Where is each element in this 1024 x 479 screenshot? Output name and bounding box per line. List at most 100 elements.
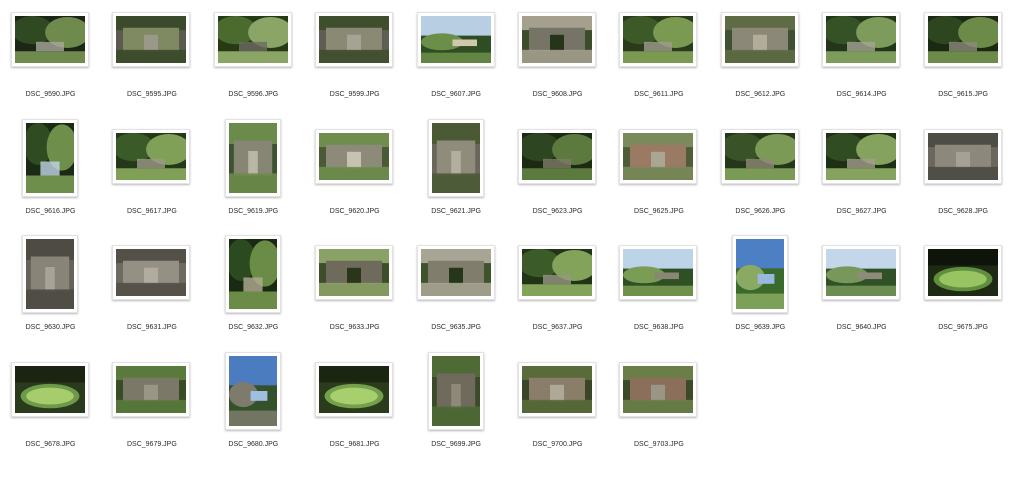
file-item[interactable]: DSC_9627.JPG — [811, 119, 912, 235]
file-item[interactable]: DSC_9614.JPG — [811, 2, 912, 118]
file-thumbnail[interactable] — [112, 245, 191, 300]
file-item[interactable]: DSC_9595.JPG — [101, 2, 202, 118]
file-item[interactable]: DSC_9619.JPG — [203, 118, 304, 235]
file-thumbnail[interactable] — [923, 12, 1002, 67]
photo-preview — [228, 122, 277, 193]
file-item[interactable]: DSC_9608.JPG — [507, 2, 608, 118]
file-thumbnail[interactable] — [224, 351, 281, 430]
photo-image — [826, 132, 897, 180]
file-thumbnail[interactable] — [518, 128, 596, 184]
photo-preview — [228, 355, 277, 426]
file-thumbnail[interactable] — [619, 361, 698, 417]
file-item[interactable]: DSC_9628.JPG — [913, 119, 1014, 235]
photo-preview — [522, 249, 592, 296]
file-item[interactable]: DSC_9607.JPG — [406, 2, 507, 118]
file-item[interactable]: DSC_9632.JPG — [203, 235, 304, 351]
file-name-label: DSC_9681.JPG — [329, 440, 380, 448]
file-name-label: DSC_9595.JPG — [126, 91, 177, 98]
file-thumbnail[interactable] — [224, 235, 281, 313]
file-name-label: DSC_9679.JPG — [126, 440, 177, 448]
file-thumbnail[interactable] — [416, 245, 495, 300]
file-item[interactable]: DSC_9638.JPG — [608, 235, 709, 351]
file-thumbnail[interactable] — [923, 245, 1002, 300]
file-thumbnail[interactable] — [822, 12, 901, 67]
file-name-label: DSC_9620.JPG — [329, 207, 380, 215]
file-item[interactable]: DSC_9612.JPG — [710, 2, 811, 118]
file-thumbnail[interactable] — [518, 245, 596, 300]
file-item[interactable]: DSC_9590.JPG — [0, 2, 101, 118]
file-item[interactable]: DSC_9626.JPG — [710, 119, 811, 235]
file-thumbnail[interactable] — [731, 235, 788, 313]
file-item[interactable]: DSC_9700.JPG — [507, 352, 608, 468]
file-thumbnail[interactable] — [112, 128, 191, 184]
file-thumbnail[interactable] — [22, 235, 78, 313]
file-item[interactable]: DSC_9631.JPG — [101, 235, 202, 351]
file-item[interactable]: DSC_9625.JPG — [608, 119, 709, 235]
file-item[interactable]: DSC_9599.JPG — [304, 2, 405, 118]
photo-preview — [826, 132, 897, 180]
file-thumbnail[interactable] — [619, 128, 698, 184]
file-thumbnail[interactable] — [822, 245, 901, 300]
file-thumbnail[interactable] — [427, 118, 484, 197]
file-thumbnail[interactable] — [518, 12, 596, 67]
photo-preview — [116, 132, 187, 180]
photo-preview — [927, 16, 998, 63]
file-name-label: DSC_9640.JPG — [836, 324, 887, 331]
file-thumbnail[interactable] — [112, 12, 191, 67]
file-thumbnail[interactable] — [315, 12, 394, 67]
photo-preview — [431, 355, 480, 426]
file-name-label: DSC_9626.JPG — [735, 207, 786, 215]
file-thumbnail[interactable] — [923, 128, 1002, 184]
file-thumbnail[interactable] — [720, 12, 799, 67]
file-thumbnail[interactable] — [315, 245, 394, 300]
photo-preview — [522, 132, 592, 180]
photo-image — [15, 16, 85, 63]
file-thumbnail[interactable] — [427, 351, 484, 430]
photo-preview — [927, 132, 998, 180]
file-thumbnail[interactable] — [213, 12, 292, 67]
file-thumbnail[interactable] — [22, 118, 78, 197]
file-name-label: DSC_9675.JPG — [938, 324, 988, 331]
photo-image — [319, 249, 390, 296]
file-item[interactable]: DSC_9681.JPG — [304, 352, 405, 468]
file-item[interactable]: DSC_9679.JPG — [101, 352, 202, 468]
photo-image — [228, 122, 277, 193]
file-thumbnail[interactable] — [619, 245, 698, 300]
file-thumbnail[interactable] — [822, 128, 901, 184]
photo-image — [228, 355, 277, 426]
file-item[interactable]: DSC_9611.JPG — [608, 2, 709, 118]
file-name-label: DSC_9617.JPG — [126, 207, 177, 215]
file-item[interactable]: DSC_9703.JPG — [608, 352, 709, 468]
file-thumbnail-grid: DSC_9590.JPG DSC_9595.JPG DSC_9596.JPG DSC_… — [0, 0, 1024, 479]
file-thumbnail[interactable] — [224, 118, 281, 197]
file-item[interactable]: DSC_9633.JPG — [304, 235, 405, 351]
file-thumbnail[interactable] — [11, 361, 89, 417]
file-thumbnail[interactable] — [416, 12, 495, 67]
file-item[interactable]: DSC_9680.JPG — [203, 351, 304, 468]
file-item[interactable]: DSC_9678.JPG — [0, 352, 101, 468]
file-item[interactable]: DSC_9639.JPG — [710, 235, 811, 351]
file-thumbnail[interactable] — [315, 361, 394, 417]
file-item[interactable]: DSC_9615.JPG — [913, 2, 1014, 118]
file-thumbnail[interactable] — [112, 361, 191, 417]
file-name-label: DSC_9615.JPG — [938, 91, 988, 98]
file-item[interactable]: DSC_9635.JPG — [406, 235, 507, 351]
file-thumbnail[interactable] — [315, 128, 394, 184]
file-thumbnail[interactable] — [11, 12, 89, 67]
file-item[interactable]: DSC_9699.JPG — [406, 351, 507, 468]
file-item[interactable]: DSC_9640.JPG — [811, 235, 912, 351]
file-thumbnail[interactable] — [720, 128, 799, 184]
file-item[interactable]: DSC_9617.JPG — [101, 119, 202, 235]
photo-preview — [319, 132, 390, 180]
file-item[interactable]: DSC_9637.JPG — [507, 235, 608, 351]
file-item[interactable]: DSC_9620.JPG — [304, 119, 405, 235]
file-thumbnail[interactable] — [518, 361, 596, 417]
file-thumbnail[interactable] — [619, 12, 698, 67]
file-item[interactable]: DSC_9623.JPG — [507, 119, 608, 235]
file-item[interactable]: DSC_9630.JPG — [0, 235, 101, 351]
file-item[interactable]: DSC_9596.JPG — [203, 2, 304, 118]
file-item[interactable]: DSC_9675.JPG — [913, 235, 1014, 351]
photo-preview — [623, 16, 694, 63]
file-item[interactable]: DSC_9621.JPG — [406, 118, 507, 235]
file-item[interactable]: DSC_9616.JPG — [0, 118, 101, 235]
